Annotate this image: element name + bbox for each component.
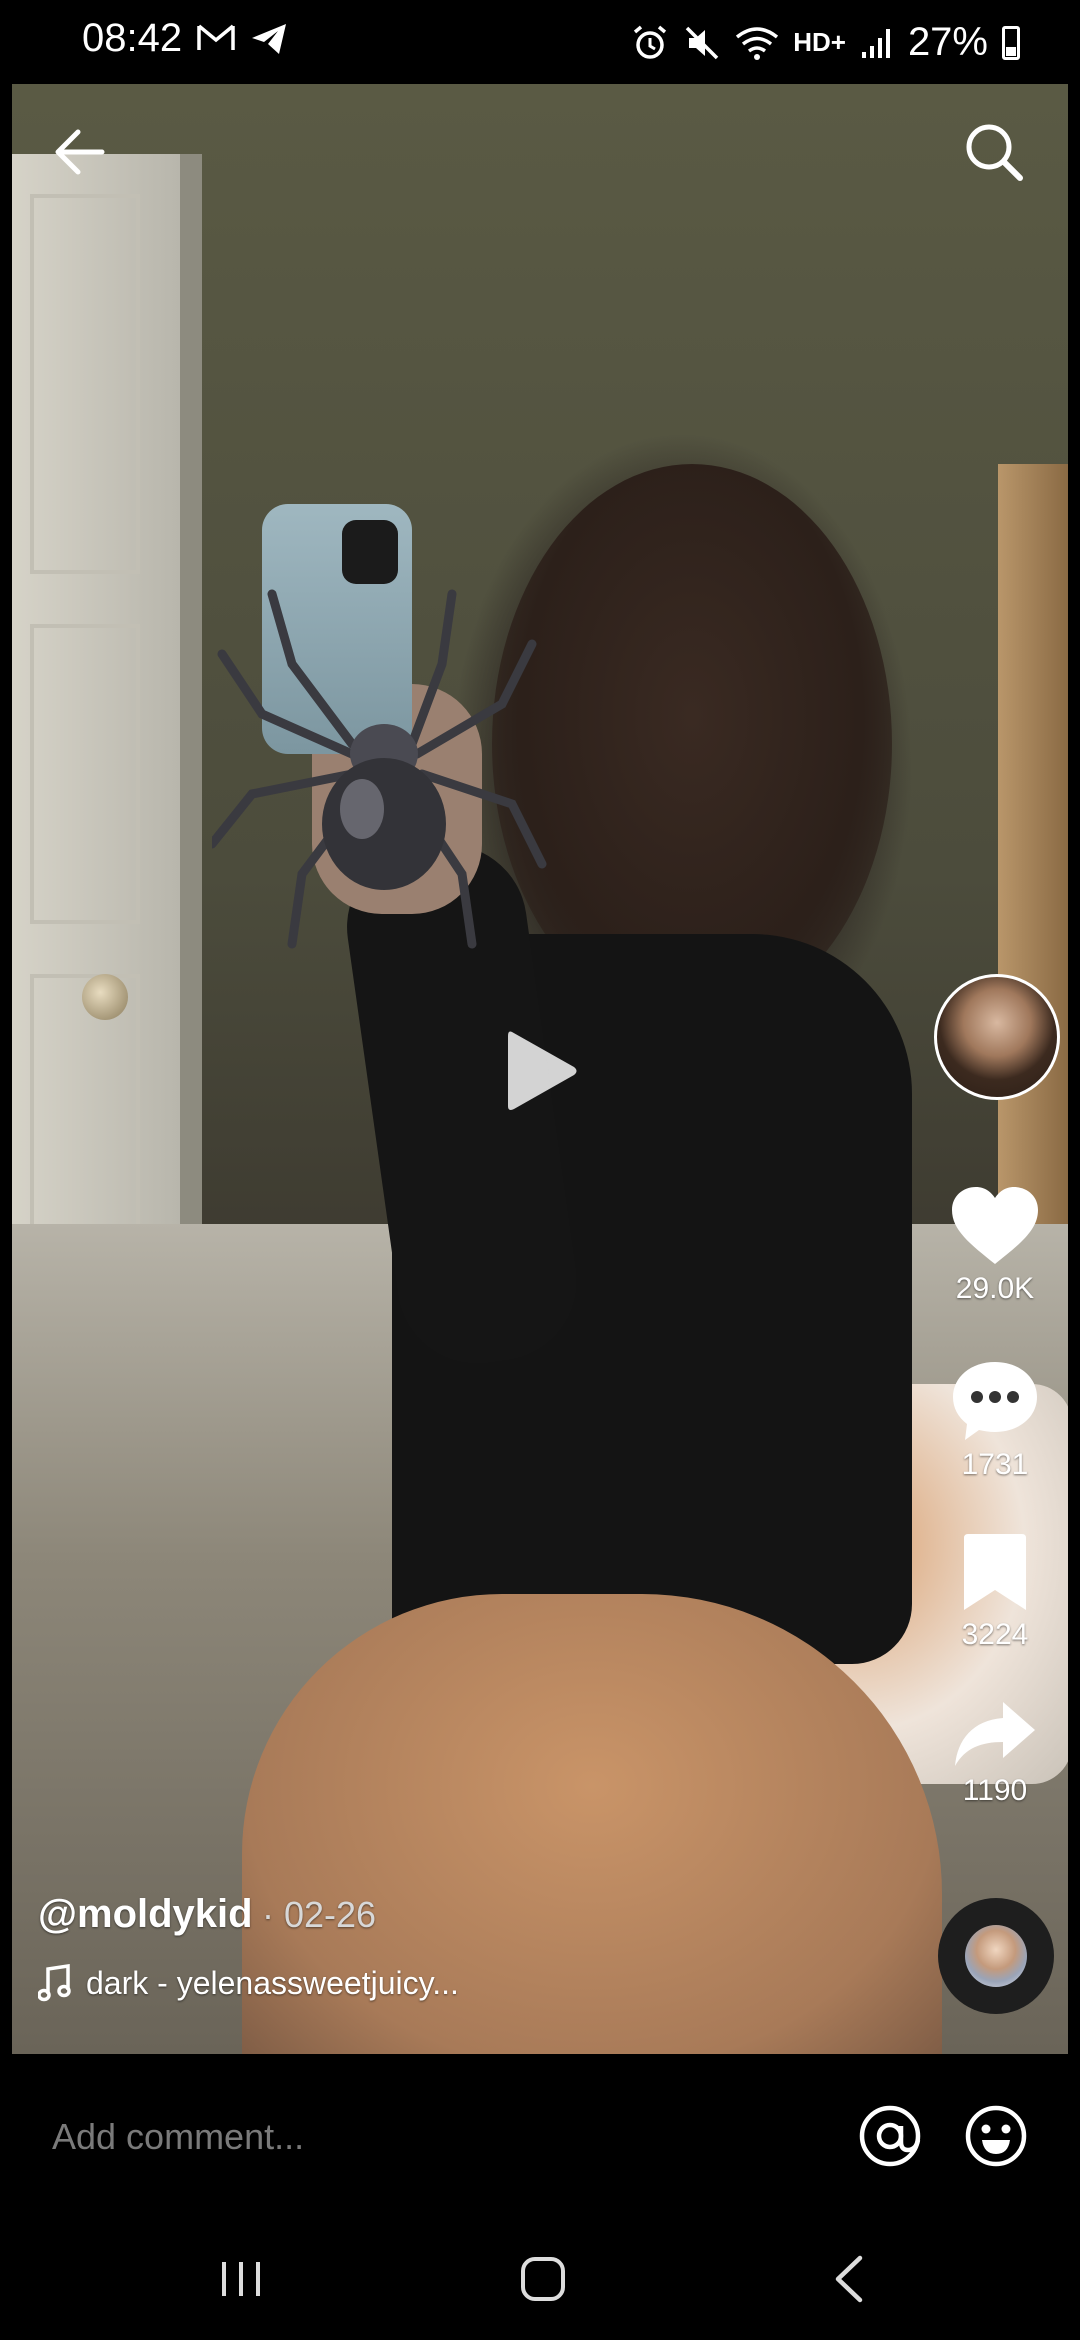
wifi-icon xyxy=(736,26,779,60)
like-button[interactable]: 29.0K xyxy=(930,1186,1060,1306)
telegram-icon xyxy=(252,24,286,54)
share-button[interactable]: 1190 xyxy=(930,1700,1060,1808)
smiley-icon[interactable] xyxy=(964,2104,1028,2168)
signal-icon xyxy=(861,28,890,58)
back-arrow-icon[interactable] xyxy=(52,124,108,180)
play-icon[interactable] xyxy=(504,1026,580,1116)
door xyxy=(12,154,202,1304)
music-note-icon xyxy=(38,1964,71,2002)
heart-icon xyxy=(952,1187,1038,1264)
notification-icons xyxy=(196,22,288,56)
share-arrow-icon xyxy=(955,1702,1035,1766)
spider-sticker xyxy=(212,589,547,949)
alarm-icon xyxy=(634,25,667,59)
mute-icon xyxy=(685,26,719,59)
gmail-icon xyxy=(197,24,235,50)
door-panel xyxy=(30,194,140,574)
comment-input[interactable]: Add comment... xyxy=(52,2116,304,2158)
comment-bubble-icon xyxy=(953,1362,1037,1440)
comment-bar: Add comment... xyxy=(0,2060,1080,2220)
save-count: 3224 xyxy=(961,1618,1029,1651)
at-sign-icon[interactable] xyxy=(858,2104,922,2168)
sound-avatar xyxy=(965,1925,1027,1987)
nav-back-icon[interactable] xyxy=(828,2254,868,2304)
music-disc[interactable] xyxy=(938,1898,1054,2014)
battery-icon xyxy=(1002,25,1020,60)
comment-button[interactable]: 1731 xyxy=(930,1360,1060,1482)
battery-percent: 27% xyxy=(907,20,988,64)
system-status: HD+ 27% xyxy=(631,20,1020,65)
home-icon[interactable] xyxy=(518,2254,568,2304)
author-handle[interactable]: @moldykid xyxy=(38,1892,253,1937)
system-nav-bar xyxy=(0,2220,1080,2340)
status-bar: 08:42 HD+ 27% xyxy=(0,0,1080,84)
bookmark-icon xyxy=(964,1534,1026,1610)
sound-title: dark - yelenassweetjuicy... xyxy=(86,1964,459,2001)
save-button[interactable]: 3224 xyxy=(930,1532,1060,1652)
share-count: 1190 xyxy=(962,1774,1028,1807)
creator-avatar[interactable] xyxy=(934,974,1060,1100)
post-date: · 02-26 xyxy=(262,1894,377,1935)
like-count: 29.0K xyxy=(955,1272,1035,1305)
door-panel xyxy=(30,624,140,924)
comment-count: 1731 xyxy=(961,1448,1029,1481)
network-type: HD+ xyxy=(793,27,846,57)
door-knob xyxy=(82,974,128,1020)
status-time: 08:42 xyxy=(82,16,183,60)
sound-link[interactable]: dark - yelenassweetjuicy... xyxy=(38,1964,459,2002)
search-icon[interactable] xyxy=(962,120,1026,184)
recent-apps-icon[interactable] xyxy=(216,2254,266,2304)
